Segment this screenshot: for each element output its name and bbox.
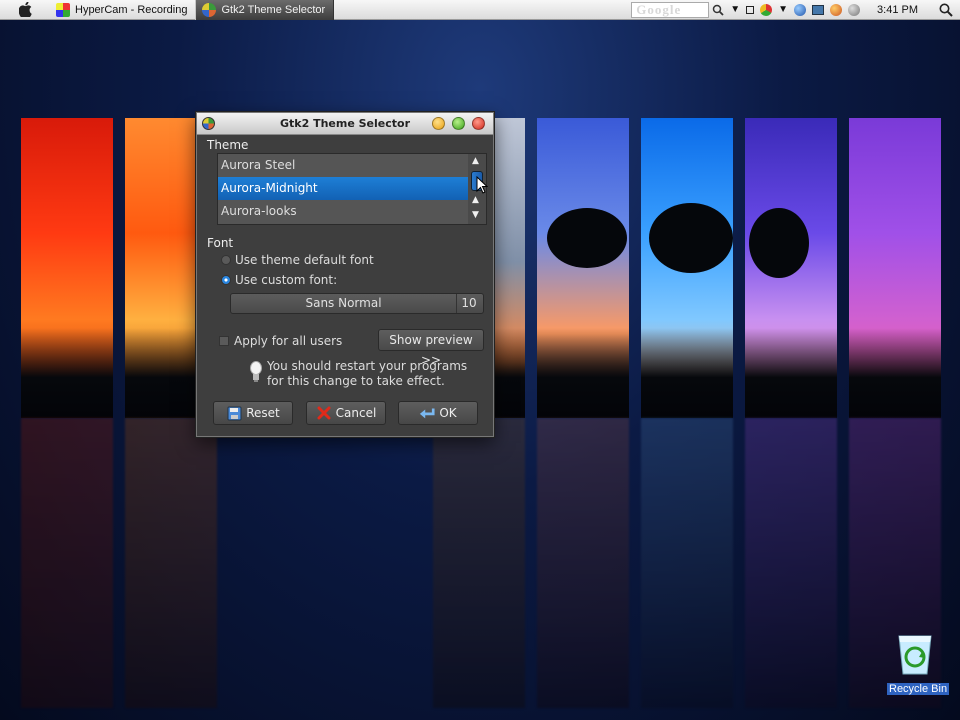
wallpaper-strip: [537, 118, 629, 708]
window-titlebar[interactable]: Gtk2 Theme Selector: [197, 113, 493, 135]
network-icon[interactable]: [791, 0, 809, 20]
theme-list-item[interactable]: Aurora Steel: [218, 154, 468, 177]
google-search-box[interactable]: Google: [631, 1, 710, 18]
scroll-down-arrow-icon[interactable]: ▼: [472, 210, 479, 220]
taskbar-item-label: Gtk2 Theme Selector: [221, 3, 326, 16]
reset-button[interactable]: Reset: [213, 401, 293, 425]
lightbulb-icon: [249, 361, 263, 383]
hint-line-2: for this change to take effect.: [267, 374, 445, 388]
font-name: Sans Normal: [231, 294, 457, 313]
spotlight-search-icon[interactable]: [932, 3, 960, 17]
restart-hint: You should restart your programs for thi…: [249, 359, 467, 389]
scroll-up-arrow-icon[interactable]: ▲: [472, 156, 479, 166]
return-arrow-icon: [419, 405, 435, 421]
gtk-icon: [202, 2, 217, 17]
default-font-radio[interactable]: [221, 255, 231, 265]
theme-list-item[interactable]: Aurora-looks: [218, 200, 468, 223]
custom-font-radio[interactable]: [221, 275, 231, 285]
wallpaper-strip: [849, 118, 941, 708]
custom-font-option[interactable]: Use custom font:: [221, 273, 337, 287]
show-preview-button[interactable]: Show preview >>: [378, 329, 484, 367]
chrome-icon[interactable]: [757, 0, 775, 20]
font-section-label: Font: [207, 236, 234, 250]
apple-menu-icon[interactable]: [0, 0, 50, 20]
app-icon: [202, 117, 215, 130]
google-logo: Google: [636, 1, 682, 17]
custom-font-label: Use custom font:: [235, 273, 338, 287]
search-glass-icon[interactable]: [709, 0, 727, 20]
display-icon[interactable]: [809, 0, 827, 20]
hypercam-icon: [56, 2, 70, 17]
chevron-down-icon[interactable]: ▼: [727, 0, 743, 20]
apply-all-users-label: Apply for all users: [234, 334, 343, 348]
wallpaper-strip: [745, 118, 837, 708]
apply-all-users-checkbox[interactable]: [219, 336, 229, 346]
default-font-label: Use theme default font: [235, 253, 374, 267]
default-font-option[interactable]: Use theme default font: [221, 253, 374, 267]
maximize-button[interactable]: [452, 117, 465, 130]
scroll-up-arrow-icon[interactable]: ▲: [472, 195, 479, 205]
top-panel: HyperCam - Recording Gtk2 Theme Selector…: [0, 0, 960, 20]
cancel-x-icon: [316, 405, 332, 421]
mouse-pointer-icon: [476, 176, 488, 194]
cancel-label: Cancel: [335, 406, 377, 420]
font-size: 10: [461, 296, 477, 310]
taskbar-item-label: HyperCam - Recording: [75, 3, 188, 16]
gtk2-theme-selector-window: Gtk2 Theme Selector Theme Aurora Steel A…: [196, 112, 494, 437]
ok-button[interactable]: OK: [398, 401, 478, 425]
apply-all-users-option[interactable]: Apply for all users: [219, 334, 342, 348]
wallpaper-strip: [21, 118, 113, 708]
cancel-button[interactable]: Cancel: [306, 401, 386, 425]
theme-list[interactable]: Aurora Steel Aurora-Midnight Aurora-look…: [217, 153, 487, 225]
ok-label: OK: [439, 406, 457, 420]
recycle-bin-label: Recycle Bin: [887, 683, 950, 695]
minimize-button[interactable]: [432, 117, 445, 130]
theme-list-item-selected[interactable]: Aurora-Midnight: [218, 177, 468, 200]
taskbar-item-gtk2-theme-selector[interactable]: Gtk2 Theme Selector: [196, 0, 335, 20]
taskbar-item-hypercam[interactable]: HyperCam - Recording: [50, 0, 197, 20]
window-title: Gtk2 Theme Selector: [279, 117, 410, 130]
window-icon[interactable]: [743, 0, 757, 20]
save-disk-icon: [226, 405, 242, 421]
font-chooser-button[interactable]: Sans Normal 10: [230, 293, 484, 314]
volume-icon[interactable]: [845, 0, 863, 20]
browser-icon[interactable]: [827, 0, 845, 20]
reset-label: Reset: [246, 406, 280, 420]
close-button[interactable]: [472, 117, 485, 130]
recycle-bin-desktop-icon[interactable]: Recycle Bin: [887, 632, 950, 695]
clock[interactable]: 3:41 PM: [863, 4, 932, 16]
wallpaper-strip: [641, 118, 733, 708]
hint-line-1: You should restart your programs: [267, 359, 468, 373]
chevron-down-icon[interactable]: ▼: [775, 0, 791, 20]
theme-section-label: Theme: [207, 138, 249, 152]
recycle-bin-icon: [898, 635, 932, 675]
